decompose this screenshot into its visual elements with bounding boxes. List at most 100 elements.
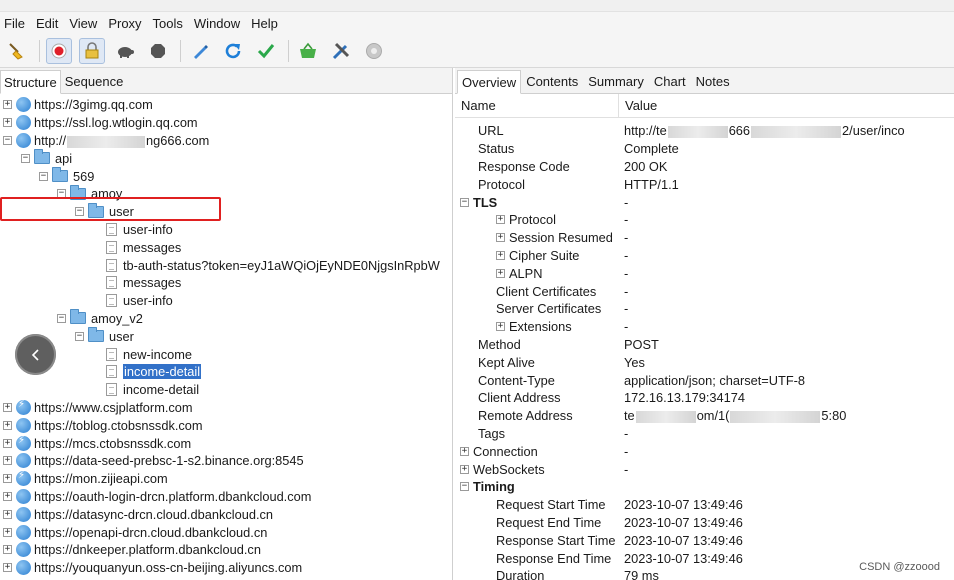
tab-summary[interactable]: Summary	[583, 69, 649, 93]
host-row[interactable]: + https://mon.zijieapi.com	[0, 470, 452, 488]
expand-icon[interactable]: +	[3, 420, 12, 430]
menu-edit[interactable]: Edit	[32, 16, 65, 31]
check-icon[interactable]	[253, 38, 279, 64]
host-row[interactable]: + https://openapi-drcn.cloud.dbankcloud.c…	[0, 523, 452, 541]
expand-icon[interactable]: +	[460, 464, 469, 474]
property-row[interactable]: − TLS -	[455, 193, 954, 211]
expand-icon[interactable]: +	[3, 100, 12, 110]
expand-icon[interactable]: +	[3, 438, 12, 448]
menu-help[interactable]: Help	[247, 16, 285, 31]
host-row[interactable]: + https://oauth-login-drcn.platform.dbank…	[0, 488, 452, 506]
property-row[interactable]: + Extensions -	[455, 318, 954, 336]
expand-icon[interactable]: +	[3, 402, 12, 412]
menu-proxy[interactable]: Proxy	[104, 16, 148, 31]
menu-tools[interactable]: Tools	[149, 16, 190, 31]
menu-file[interactable]: File	[0, 16, 32, 31]
folder-row[interactable]: − user	[0, 327, 452, 345]
property-row[interactable]: Content-Type application/json; charset=UT…	[455, 371, 954, 389]
tab-structure[interactable]: Structure	[0, 70, 61, 94]
property-row[interactable]: + ALPN -	[455, 264, 954, 282]
property-row[interactable]: Client Address 172.16.13.179:34174	[455, 389, 954, 407]
folder-row[interactable]: − api	[0, 149, 452, 167]
expand-icon[interactable]: +	[496, 233, 505, 243]
broom-icon[interactable]	[4, 38, 30, 64]
request-row[interactable]: income-detail	[0, 363, 452, 381]
pen-icon[interactable]	[187, 38, 213, 64]
property-row[interactable]: URL http://te 666 2/user/inco	[455, 122, 954, 140]
host-row[interactable]: + https://www.csjplatform.com	[0, 399, 452, 417]
folder-row[interactable]: − amoy_v2	[0, 309, 452, 328]
property-row[interactable]: + WebSockets -	[455, 460, 954, 478]
host-row[interactable]: + https://toblog.ctobsnssdk.com	[0, 416, 452, 434]
stop-icon[interactable]	[145, 38, 171, 64]
expand-icon[interactable]: +	[496, 215, 505, 225]
property-row[interactable]: Server Certificates -	[455, 300, 954, 318]
expand-icon[interactable]: +	[496, 250, 505, 260]
property-row[interactable]: Request Start Time 2023-10-07 13:49:46	[455, 496, 954, 514]
collapse-icon[interactable]: −	[75, 207, 84, 217]
property-row[interactable]: + Protocol -	[455, 211, 954, 229]
basket-icon[interactable]	[295, 38, 321, 64]
column-header-value[interactable]: Value	[619, 98, 657, 113]
request-row[interactable]: messages	[0, 274, 452, 292]
collapse-icon[interactable]: −	[460, 482, 469, 492]
host-row[interactable]: + https://dnkeeper.platform.dbankcloud.cn	[0, 541, 452, 559]
expand-icon[interactable]: +	[496, 268, 505, 278]
expand-icon[interactable]: +	[496, 322, 505, 332]
folder-row[interactable]: − 569	[0, 167, 452, 185]
expand-icon[interactable]: +	[3, 545, 12, 555]
property-row[interactable]: Status Complete	[455, 140, 954, 158]
tab-overview[interactable]: Overview	[457, 70, 522, 94]
collapse-icon[interactable]: −	[39, 171, 48, 181]
tab-chart[interactable]: Chart	[649, 69, 691, 93]
collapse-icon[interactable]: −	[21, 153, 30, 163]
request-row[interactable]: user-info	[0, 221, 452, 239]
lock-icon[interactable]	[79, 37, 105, 64]
menu-window[interactable]: Window	[190, 16, 247, 31]
tab-sequence[interactable]: Sequence	[61, 69, 128, 93]
property-row[interactable]: Remote Address te om/1(5:80	[455, 407, 954, 425]
expand-icon[interactable]: +	[3, 474, 12, 484]
expand-icon[interactable]: +	[3, 563, 12, 573]
request-row[interactable]: user-info	[0, 292, 452, 310]
property-row[interactable]: + Cipher Suite -	[455, 247, 954, 265]
expand-icon[interactable]: +	[3, 456, 12, 466]
request-row[interactable]: tb-auth-status?token=eyJ1aWQiOjEyNDE0Njg…	[0, 256, 452, 274]
menu-view[interactable]: View	[65, 16, 104, 31]
property-row[interactable]: Tags -	[455, 425, 954, 443]
host-row[interactable]: + https://ssl.log.wtlogin.qq.com	[0, 114, 452, 132]
host-row[interactable]: − http:// ng666.com	[0, 132, 452, 150]
property-row[interactable]: Kept Alive Yes	[455, 353, 954, 371]
property-row[interactable]: + Session Resumed -	[455, 229, 954, 247]
request-row[interactable]: income-detail	[0, 381, 452, 399]
property-row[interactable]: Method POST	[455, 336, 954, 354]
expand-icon[interactable]: +	[3, 509, 12, 519]
request-row[interactable]: messages	[0, 238, 452, 256]
host-row[interactable]: + https://datasync-drcn.cloud.dbankcloud.…	[0, 505, 452, 523]
host-row[interactable]: + https://3gimg.qq.com	[0, 96, 452, 114]
collapse-icon[interactable]: −	[460, 197, 469, 207]
expand-icon[interactable]: +	[3, 527, 12, 537]
property-row[interactable]: Response Start Time 2023-10-07 13:49:46	[455, 531, 954, 549]
folder-row[interactable]: − user	[0, 202, 452, 221]
expand-icon[interactable]: +	[460, 446, 469, 456]
tab-notes[interactable]: Notes	[691, 69, 735, 93]
property-row[interactable]: Protocol HTTP/1.1	[455, 175, 954, 193]
back-nav-button[interactable]	[15, 334, 56, 375]
collapse-icon[interactable]: −	[75, 331, 84, 341]
column-header-name[interactable]: Name	[455, 94, 619, 117]
property-row[interactable]: − Timing	[455, 478, 954, 496]
collapse-icon[interactable]: −	[57, 189, 66, 199]
tab-contents[interactable]: Contents	[521, 69, 583, 93]
record-icon[interactable]	[46, 37, 72, 64]
settings-icon[interactable]	[361, 38, 387, 64]
expand-icon[interactable]: +	[3, 118, 12, 128]
collapse-icon[interactable]: −	[57, 313, 66, 323]
request-row[interactable]: new-income	[0, 345, 452, 363]
property-row[interactable]: Request End Time 2023-10-07 13:49:46	[455, 514, 954, 532]
host-row[interactable]: + https://youquanyun.oss-cn-beijing.aliyu…	[0, 559, 452, 577]
turtle-icon[interactable]	[112, 38, 138, 64]
tools-icon[interactable]	[328, 38, 354, 64]
folder-row[interactable]: − amoy	[0, 184, 452, 203]
refresh-icon[interactable]	[220, 38, 246, 64]
